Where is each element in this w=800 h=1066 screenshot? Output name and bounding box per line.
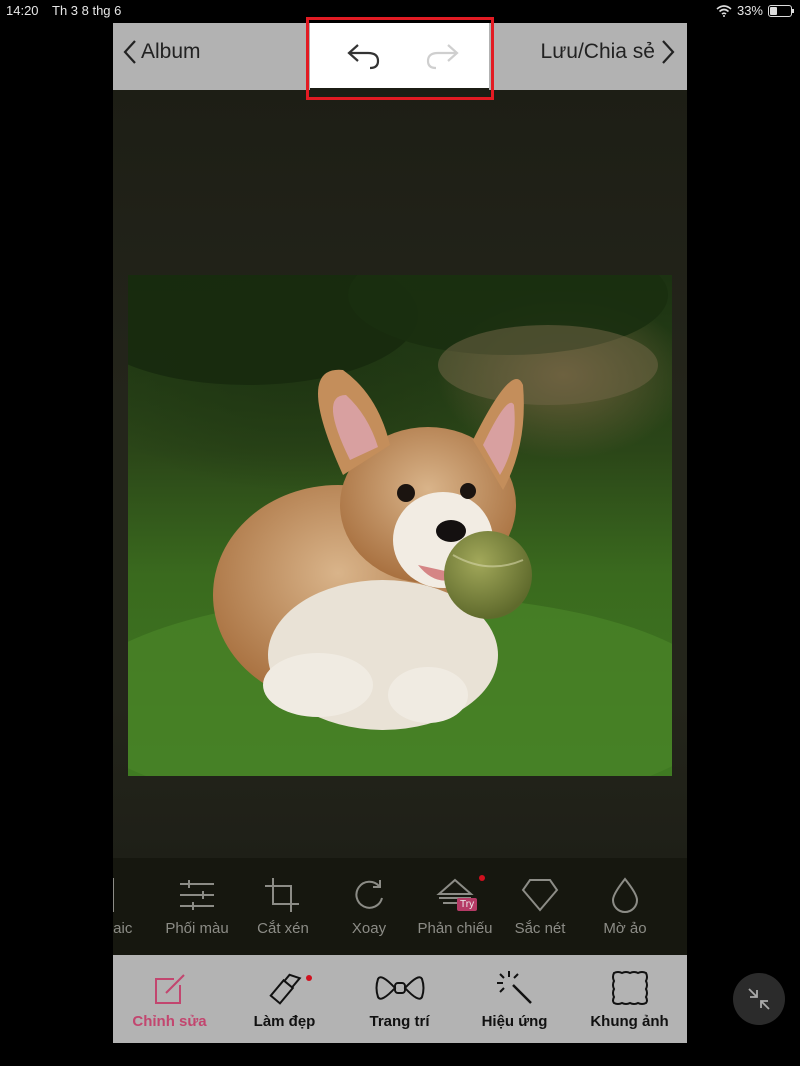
tool-rotate[interactable]: Xoay <box>323 876 415 937</box>
mirror-icon: Try <box>409 875 501 914</box>
tool-label: Phối màu <box>165 920 229 937</box>
tool-drop[interactable]: Mờ ảo <box>579 876 671 937</box>
new-dot <box>479 875 485 881</box>
bow-icon <box>342 969 457 1007</box>
tab-label: Làm đẹp <box>253 1013 316 1030</box>
tab-label: Chỉnh sửa <box>132 1013 207 1030</box>
tab-magic-wand[interactable]: Hiệu ứng <box>457 969 572 1030</box>
tool-label: Phản chiếu <box>417 920 493 937</box>
tool-mirror[interactable]: Try Phản chiếu <box>409 875 501 937</box>
tool-label: Cắt xén <box>257 920 309 937</box>
corgi-puppy-image <box>128 275 672 776</box>
new-dot <box>306 975 312 981</box>
photo-editor: Album Lưu/Chia sẻ aic Phối màu Cắt xén X… <box>113 23 687 1043</box>
drop-icon <box>579 876 671 914</box>
tab-edit[interactable]: Chỉnh sửa <box>113 969 227 1030</box>
tool-label: Xoay <box>351 920 387 937</box>
album-back-button[interactable]: Album <box>123 39 201 65</box>
chevron-left-icon <box>123 40 136 64</box>
tool-diamond[interactable]: Sắc nét <box>494 876 586 937</box>
tool-sliders[interactable]: Phối màu <box>151 876 243 937</box>
edited-photo[interactable] <box>128 275 672 776</box>
frame-icon <box>572 969 687 1007</box>
photo-canvas[interactable] <box>113 90 687 858</box>
battery-percent: 33% <box>736 3 763 18</box>
lipstick-icon <box>227 969 342 1007</box>
undo-redo-highlight-box <box>306 17 494 100</box>
bottom-tab-bar: Chỉnh sửa Làm đẹp Trang trí Hiệu ứng Khung ả… <box>113 955 687 1043</box>
save-share-button[interactable]: Lưu/Chia sẻ <box>541 39 675 65</box>
crop-icon <box>237 876 329 914</box>
tab-frame[interactable]: Khung ảnh <box>572 969 687 1030</box>
status-date: Th 3 8 thg 6 <box>52 3 122 18</box>
edit-tools-row: saic Phối màu Cắt xén Xoay Try Phản chiếu Sắc … <box>113 858 687 955</box>
collapse-arrows-icon <box>748 988 770 1010</box>
tab-lipstick[interactable]: Làm đẹp <box>227 969 342 1030</box>
tab-label: Khung ảnh <box>590 1013 669 1030</box>
chevron-right-icon <box>662 40 675 64</box>
tool-label: saic <box>113 920 133 937</box>
edit-icon <box>113 969 227 1007</box>
sliders-icon <box>151 876 243 914</box>
tool-label: Mờ ảo <box>603 920 647 937</box>
tab-label: Trang trí <box>369 1013 430 1030</box>
tab-bow[interactable]: Trang trí <box>342 969 457 1030</box>
save-share-label: Lưu/Chia sẻ <box>540 40 655 63</box>
tool-label: Sắc nét <box>514 920 566 937</box>
album-back-label: Album <box>141 40 201 63</box>
collapse-button[interactable] <box>733 973 785 1025</box>
rotate-icon <box>323 876 415 914</box>
diamond-icon <box>494 876 586 914</box>
status-time: 14:20 <box>6 3 39 18</box>
tab-label: Hiệu ứng <box>481 1013 548 1030</box>
wifi-icon <box>716 4 732 17</box>
tool-crop[interactable]: Cắt xén <box>237 876 329 937</box>
try-badge: Try <box>457 898 478 911</box>
magic-wand-icon <box>457 969 572 1007</box>
battery-icon <box>768 4 794 17</box>
